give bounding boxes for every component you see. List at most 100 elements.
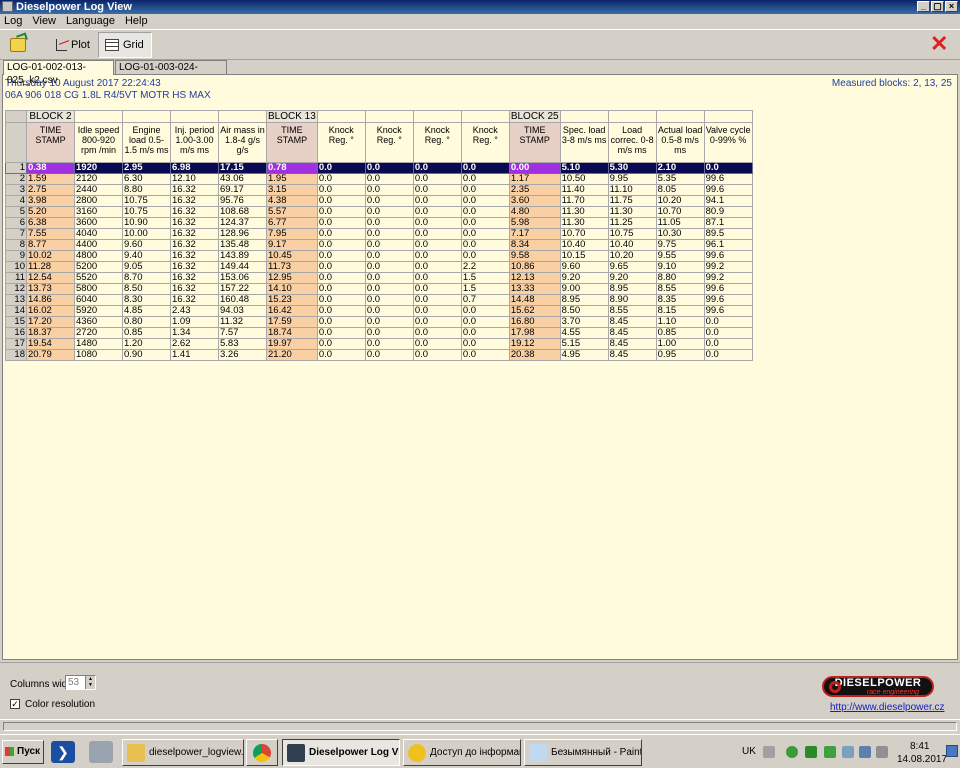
column-header[interactable]: TIME STAMP: [26, 122, 75, 163]
file-tabs: LOG-01-002-013-025_k2.csv LOG-01-003-024…: [0, 60, 960, 86]
table-row[interactable]: 4 3.98 2800 10.75 16.32 95.76 4.38 0.0 0.0 0.0 0.0…: [5, 195, 753, 207]
table-row[interactable]: 7 7.55 4040 10.00 16.32 128.96 7.95 0.0 0.0 0.0 0.…: [5, 228, 753, 240]
network-icon[interactable]: [842, 746, 854, 758]
data-grid[interactable]: BLOCK 2 BLOCK 13 BLOCK 25 TIME STAMP Idle s…: [5, 110, 753, 361]
grid-cell: 16.32: [170, 294, 219, 306]
task-logview[interactable]: Dieselpower Log Vi...: [282, 739, 400, 766]
grid-cell: 15.62: [508, 305, 561, 317]
tab-log-file-2[interactable]: LOG-01-003-024-025_k2.csv: [115, 60, 227, 86]
volume-icon[interactable]: [876, 746, 888, 758]
grid-button[interactable]: Grid: [98, 32, 152, 58]
row-number[interactable]: 12: [5, 283, 27, 295]
columns-width-spinner[interactable]: 53 ▲ ▼: [65, 675, 96, 690]
keyboard-icon[interactable]: [763, 746, 775, 758]
menu-log[interactable]: Log: [4, 14, 22, 28]
close-window-button[interactable]: ×: [945, 1, 958, 12]
row-number[interactable]: 5: [5, 206, 27, 218]
table-row[interactable]: 18 20.79 1080 0.90 1.41 3.26 21.20 0.0 0.0 0.0 0.0…: [5, 349, 753, 361]
grid-cell: 1920: [74, 162, 123, 174]
row-number[interactable]: 14: [5, 305, 27, 317]
grid-cell: 19.12: [508, 338, 561, 350]
update-icon[interactable]: [824, 746, 836, 758]
grid-cell: 10.90: [122, 217, 171, 229]
table-row[interactable]: 5 5.20 3160 10.75 16.32 108.68 5.57 0.0 0.0 0.0 0.…: [5, 206, 753, 218]
row-number[interactable]: 1: [5, 162, 27, 174]
table-row[interactable]: 14 16.02 5920 4.85 2.43 94.03 16.42 0.0 0.0 0.0 0.…: [5, 305, 753, 317]
logo-subtext: race engineering: [866, 689, 920, 696]
row-number[interactable]: 9: [5, 250, 27, 262]
table-row[interactable]: 12 13.73 5800 8.50 16.32 157.22 14.10 0.0 0.0 0.0…: [5, 283, 753, 295]
table-row[interactable]: 2 1.59 2120 6.30 12.10 43.06 1.95 0.0 0.0 0.0 0.0 1…: [5, 173, 753, 185]
column-header[interactable]: TIME STAMP: [266, 122, 318, 163]
table-row[interactable]: 15 17.20 4360 0.80 1.09 11.32 17.59 0.0 0.0 0.0 0.…: [5, 316, 753, 328]
table-row[interactable]: 1 0.38 1920 2.95 6.98 17.15 0.78 0.0 0.0 0.0 0.0 0.…: [5, 162, 753, 174]
table-row[interactable]: 11 12.54 5520 8.70 16.32 153.06 12.95 0.0 0.0 0.0…: [5, 272, 753, 284]
minimize-button[interactable]: _: [917, 1, 930, 12]
table-row[interactable]: 3 2.75 2440 8.80 16.32 69.17 3.15 0.0 0.0 0.0 0.0 2…: [5, 184, 753, 196]
row-number[interactable]: 10: [5, 261, 27, 273]
row-number[interactable]: 3: [5, 184, 27, 196]
grid-cell: 1080: [74, 349, 123, 361]
menu-help[interactable]: Help: [125, 14, 148, 28]
close-log-icon[interactable]: ✕: [930, 33, 948, 55]
nvidia-icon[interactable]: [805, 746, 817, 758]
row-number[interactable]: 8: [5, 239, 27, 251]
chrome-tray-icon[interactable]: [786, 746, 798, 758]
column-header[interactable]: TIME STAMP: [508, 122, 561, 163]
tab-log-file-1[interactable]: LOG-01-002-013-025_k2.csv: [3, 60, 114, 86]
maximize-button[interactable]: ▢: [931, 1, 944, 12]
column-header[interactable]: Knock Reg. °: [364, 122, 414, 163]
column-header[interactable]: Knock Reg. °: [460, 122, 510, 163]
table-row[interactable]: 16 18.37 2720 0.85 1.34 7.57 18.74 0.0 0.0 0.0 0.0…: [5, 327, 753, 339]
table-row[interactable]: 13 14.86 6040 8.30 16.32 160.48 15.23 0.0 0.0 0.0…: [5, 294, 753, 306]
column-header[interactable]: Load correc. 0-8 m/s ms: [607, 122, 657, 163]
row-number[interactable]: 17: [5, 338, 27, 350]
table-row[interactable]: 6 6.38 3600 10.90 16.32 124.37 6.77 0.0 0.0 0.0 0.…: [5, 217, 753, 229]
open-log-button[interactable]: [4, 32, 32, 58]
menu-view[interactable]: View: [32, 14, 56, 28]
row-number[interactable]: 16: [5, 327, 27, 339]
spinner-arrows-icon[interactable]: ▲ ▼: [85, 676, 95, 689]
column-header[interactable]: Knock Reg. °: [316, 122, 366, 163]
column-header[interactable]: Actual load 0.5-8 m/s ms: [655, 122, 705, 163]
row-number[interactable]: 6: [5, 217, 27, 229]
language-indicator[interactable]: UK: [742, 746, 756, 757]
table-row[interactable]: 9 10.02 4800 9.40 16.32 143.89 10.45 0.0 0.0 0.0 0…: [5, 250, 753, 262]
system-tool-icon[interactable]: [89, 741, 113, 763]
table-row[interactable]: 10 11.28 5200 9.05 16.32 149.44 11.73 0.0 0.0 0.0…: [5, 261, 753, 273]
row-number[interactable]: 18: [5, 349, 27, 361]
app-icon: [2, 1, 13, 12]
powershell-icon[interactable]: ❯: [51, 741, 75, 763]
row-number[interactable]: 11: [5, 272, 27, 284]
column-header[interactable]: Engine load 0.5-1.5 m/s ms: [122, 122, 171, 163]
show-desktop-icon[interactable]: [946, 745, 958, 757]
column-header[interactable]: Idle speed 800-920 rpm /min: [74, 122, 123, 163]
grid-cell: 11.70: [559, 195, 609, 207]
start-button[interactable]: Пуск: [2, 740, 44, 764]
grid-cell: 0.0: [316, 217, 366, 229]
column-header[interactable]: Spec. load 3-8 m/s ms: [559, 122, 609, 163]
security-icon[interactable]: [859, 746, 871, 758]
column-header[interactable]: Inj. period 1.00-3.00 m/s ms: [170, 122, 219, 163]
plot-button[interactable]: Plot: [50, 32, 96, 58]
clock-date[interactable]: 14.08.2017: [897, 754, 947, 765]
column-header[interactable]: Knock Reg. °: [412, 122, 462, 163]
website-link[interactable]: http://www.dieselpower.cz: [830, 702, 945, 713]
row-number[interactable]: 2: [5, 173, 27, 185]
row-number[interactable]: 13: [5, 294, 27, 306]
table-row[interactable]: 17 19.54 1480 1.20 2.62 5.83 19.97 0.0 0.0 0.0 0.0…: [5, 338, 753, 350]
row-number[interactable]: 4: [5, 195, 27, 207]
task-explorer[interactable]: dieselpower_logview...: [122, 739, 244, 766]
task-chrome[interactable]: [246, 739, 278, 766]
color-resolution-checkbox[interactable]: ✓: [10, 699, 20, 709]
row-number[interactable]: 15: [5, 316, 27, 328]
menu-language[interactable]: Language: [66, 14, 115, 28]
table-row[interactable]: 8 8.77 4400 9.60 16.32 135.48 9.17 0.0 0.0 0.0 0.0…: [5, 239, 753, 251]
task-1c[interactable]: Доступ до інформаці...: [403, 739, 521, 766]
clock-time[interactable]: 8:41: [910, 741, 929, 752]
column-header[interactable]: Air mass in 1.8-4 g/s g/s: [218, 122, 267, 163]
grid-cell: 0.0: [316, 228, 366, 240]
row-number[interactable]: 7: [5, 228, 27, 240]
column-header[interactable]: Valve cycle 0-99% %: [703, 122, 753, 163]
task-paint[interactable]: Безымянный - Paint: [524, 739, 642, 766]
